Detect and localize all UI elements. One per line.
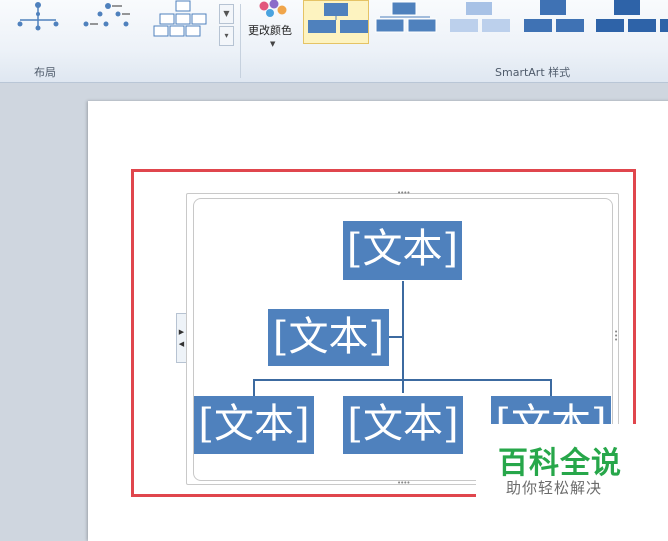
layout-gallery-scroll[interactable]: ▼ ▾ <box>219 4 234 46</box>
watermark: 百科全说 助你轻松解决 <box>476 424 668 506</box>
change-color-label: 更改颜色 <box>248 24 292 37</box>
gallery-scroll-down-button[interactable]: ▼ <box>219 4 234 24</box>
layout-group: ▼ ▾ 布局 <box>0 0 240 82</box>
style-1-preview-icon <box>308 3 368 33</box>
ribbon-separator <box>240 4 241 78</box>
smartart-style-1[interactable] <box>303 0 369 44</box>
watermark-title: 百科全说 <box>498 446 622 481</box>
watermark-subtitle: 助你轻松解决 <box>506 479 603 497</box>
smartart-styles-group-label: SmartArt 样式 <box>495 66 571 79</box>
change-color-button[interactable]: 更改颜色 ▼ <box>244 0 300 56</box>
dropdown-arrow-icon: ▼ <box>270 40 276 48</box>
smartart-style-3[interactable] <box>446 0 512 44</box>
gallery-more-button[interactable]: ▾ <box>219 26 234 46</box>
smartart-style-5[interactable] <box>594 0 668 44</box>
style-4-preview-icon <box>524 0 584 32</box>
layout-group-label: 布局 <box>34 66 56 79</box>
smartart-style-2[interactable] <box>372 0 438 44</box>
style-2-preview-icon <box>375 1 437 33</box>
color-palette-icon <box>259 0 287 17</box>
style-3-preview-icon <box>450 2 510 32</box>
smartart-style-4[interactable] <box>520 0 586 44</box>
hierarchy-layout-1-thumbnail[interactable] <box>8 0 64 46</box>
hierarchy-layout-2-thumbnail[interactable] <box>78 0 138 46</box>
ribbon: ▼ ▾ 布局 更改颜色 ▼ SmartArt 样式 <box>0 0 668 83</box>
style-5-preview-icon <box>596 0 668 32</box>
hierarchy-layout-3-thumbnail[interactable] <box>152 0 214 46</box>
